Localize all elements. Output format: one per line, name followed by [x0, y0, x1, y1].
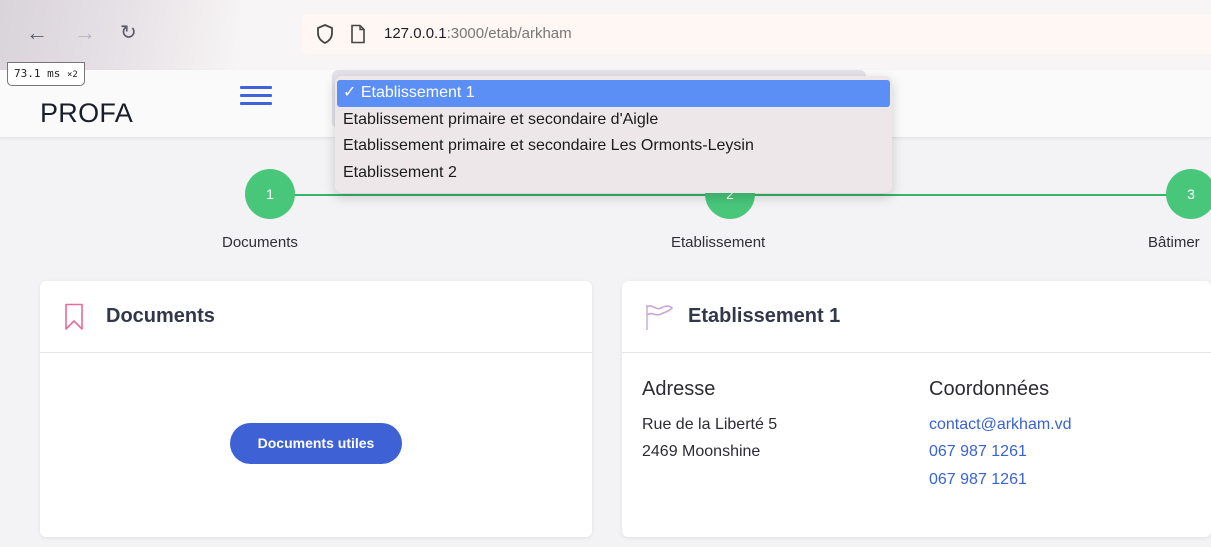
perf-badge: 73.1 ms ×2 [7, 62, 85, 86]
perf-multiplier: ×2 [67, 70, 78, 80]
email-link[interactable]: contact@arkham.vd [929, 416, 1072, 434]
forward-arrow-icon[interactable]: → [74, 20, 96, 46]
address-bar[interactable]: 127.0.0.1:3000/etab/arkham [302, 14, 1211, 54]
option-etablissement-ormonts-leysin[interactable]: Etablissement primaire et secondaire Les… [337, 133, 890, 160]
flag-icon [646, 305, 674, 330]
brand-logo: PROFA [40, 98, 134, 128]
contact-heading: Coordonnées [929, 378, 1050, 400]
documents-card: Documents Documents utiles [40, 281, 592, 537]
step-label-etablissement: Etablissement [671, 234, 766, 251]
url-text: 127.0.0.1:3000/etab/arkham [384, 25, 572, 42]
documents-card-title: Documents [106, 305, 215, 327]
back-arrow-icon[interactable]: ← [26, 20, 48, 46]
reload-icon[interactable]: ↻ [120, 20, 137, 46]
etablissement-card-header: Etablissement 1 [622, 281, 1211, 353]
perf-value: 73.1 [14, 67, 41, 80]
step-label-documents: Documents [222, 234, 298, 251]
browser-toolbar: ← → ↻ 127.0.0.1:3000/etab/arkham [0, 0, 1211, 70]
page-icon [351, 24, 365, 44]
address-heading: Adresse [642, 378, 716, 400]
phone-link-2[interactable]: 067 987 1261 [929, 471, 1027, 489]
url-host: 127.0.0.1 [384, 25, 447, 42]
step-circle-1[interactable]: 1 [245, 169, 295, 219]
documents-utiles-button[interactable]: Documents utiles [230, 423, 402, 464]
documents-card-header: Documents [40, 281, 592, 353]
address-line-city: 2469 Moonshine [642, 443, 761, 460]
step-label-batiments: Bâtimer [1148, 234, 1200, 251]
perf-unit: ms [47, 67, 61, 80]
etablissement-card-title: Etablissement 1 [688, 305, 841, 327]
option-etablissement-2[interactable]: Etablissement 2 [337, 160, 890, 187]
hamburger-menu-icon[interactable] [240, 86, 272, 108]
bookmark-icon [65, 303, 83, 330]
url-path: :3000/etab/arkham [446, 25, 572, 42]
option-etablissement-1[interactable]: ✓ Etablissement 1 [337, 80, 890, 107]
establishment-dropdown[interactable]: ✓ Etablissement 1 Etablissement primaire… [335, 76, 892, 193]
etablissement-card: Etablissement 1 Adresse Rue de la Libert… [622, 281, 1211, 537]
phone-link-1[interactable]: 067 987 1261 [929, 443, 1027, 461]
address-line-street: Rue de la Liberté 5 [642, 416, 778, 433]
option-etablissement-aigle[interactable]: Etablissement primaire et secondaire d'A… [337, 107, 890, 134]
shield-icon [317, 24, 333, 45]
step-circle-3[interactable]: 3 [1166, 169, 1211, 219]
